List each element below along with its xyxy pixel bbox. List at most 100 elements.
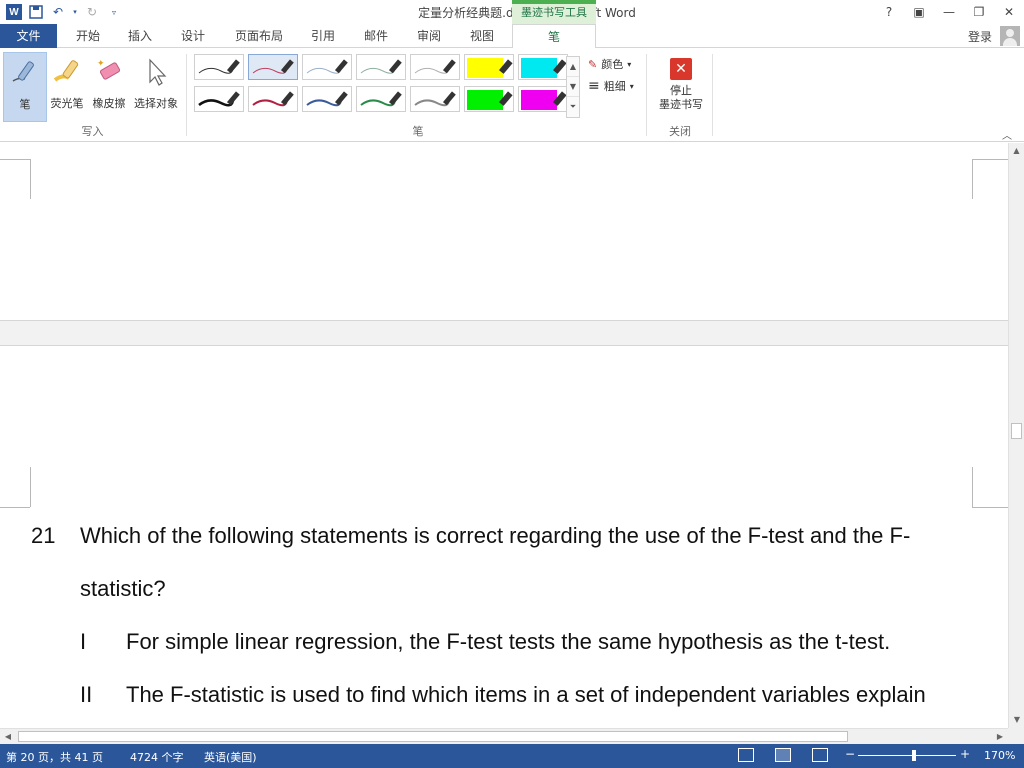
- item-statement: The F-statistic is used to find which it…: [126, 682, 926, 707]
- tab-view[interactable]: 视图: [464, 24, 500, 48]
- save-icon[interactable]: [28, 4, 44, 20]
- web-layout-icon[interactable]: [812, 748, 828, 762]
- scroll-left-icon[interactable]: ◀: [0, 729, 16, 745]
- zoom-slider-handle[interactable]: [912, 750, 916, 761]
- tab-page-layout[interactable]: 页面布局: [230, 24, 288, 48]
- cursor-arrow-icon: [131, 52, 181, 92]
- pen-style-thin-black[interactable]: [194, 54, 244, 80]
- tab-file[interactable]: 文件: [0, 24, 57, 48]
- vertical-scrollbar[interactable]: ▲ ▼: [1008, 143, 1024, 728]
- pen-tool-button[interactable]: 笔: [3, 52, 47, 122]
- gallery-more-icon[interactable]: ⏷: [567, 97, 579, 117]
- ink-tools-context-label: 墨迹书写工具: [512, 0, 596, 24]
- pen-style-thick-black[interactable]: [194, 86, 244, 112]
- scroll-right-icon[interactable]: ▶: [992, 729, 1008, 745]
- question-text-line1: Which of the following statements is cor…: [80, 523, 911, 548]
- language[interactable]: 英语(美国): [204, 749, 257, 765]
- quick-access-toolbar: W ↶ ▾ ↻ ▿: [6, 2, 122, 22]
- pen-style-thick-green[interactable]: [356, 86, 406, 112]
- color-label: 颜色: [601, 58, 624, 71]
- minimize-button[interactable]: —: [934, 0, 964, 24]
- highlighter-style-green[interactable]: [464, 86, 514, 112]
- scroll-down-icon[interactable]: ▼: [1009, 712, 1024, 728]
- page-corner-mark: [972, 159, 1008, 160]
- highlighter-style-magenta[interactable]: [518, 86, 568, 112]
- horizontal-scrollbar[interactable]: ◀ ▶: [0, 728, 1008, 744]
- item-roman-numeral: I: [80, 629, 87, 654]
- page-corner-mark: [30, 467, 31, 507]
- tab-home[interactable]: 开始: [70, 24, 106, 48]
- ribbon: 笔 荧光笔 ✦ 橡皮擦 选择对象 写入 ▲ ▼ ⏷ ✎ 颜色 ▾ ≡ 粗细 ▾ …: [0, 48, 1024, 142]
- tab-design[interactable]: 设计: [175, 24, 211, 48]
- eraser-tool-label: 橡皮擦: [92, 97, 126, 110]
- close-button[interactable]: ✕: [994, 0, 1024, 24]
- undo-dropdown-icon[interactable]: ▾: [72, 4, 78, 20]
- pen-style-thick-red[interactable]: [248, 86, 298, 112]
- tab-review[interactable]: 审阅: [411, 24, 447, 48]
- pen-gallery-scroll: ▲ ▼ ⏷: [566, 56, 580, 118]
- sign-in-link[interactable]: 登录: [968, 28, 992, 45]
- tab-insert[interactable]: 插入: [122, 24, 158, 48]
- select-objects-label: 选择对象: [134, 97, 178, 110]
- tab-mailings[interactable]: 邮件: [358, 24, 394, 48]
- avatar[interactable]: [1000, 26, 1020, 46]
- tab-pens[interactable]: 笔: [512, 24, 596, 49]
- word-logo-icon[interactable]: W: [6, 4, 22, 20]
- pen-style-thin-gray[interactable]: [410, 54, 460, 80]
- print-layout-icon[interactable]: [775, 748, 791, 762]
- stop-label-line1: 停止: [670, 84, 692, 97]
- customize-qat-icon[interactable]: ▿: [106, 4, 122, 20]
- highlighter-style-cyan[interactable]: [518, 54, 568, 80]
- gallery-up-icon[interactable]: ▲: [567, 57, 579, 77]
- zoom-out-icon[interactable]: −: [845, 747, 855, 761]
- page-count[interactable]: 第 20 页，共 41 页: [6, 749, 103, 765]
- question-number: 21: [31, 523, 56, 548]
- pen-icon: [4, 53, 46, 93]
- group-separator: [712, 54, 713, 136]
- stop-label-line2: 墨迹书写: [659, 98, 703, 111]
- select-objects-button[interactable]: 选择对象: [131, 52, 181, 122]
- redo-icon[interactable]: ↻: [84, 4, 100, 20]
- document-canvas[interactable]: 21 Which of the following statements is …: [0, 143, 1008, 728]
- question-text-line2: statistic?: [80, 576, 166, 601]
- pen-style-thin-blue[interactable]: [302, 54, 352, 80]
- scroll-up-icon[interactable]: ▲: [1009, 143, 1024, 159]
- pen-style-thick-gray[interactable]: [410, 86, 460, 112]
- gallery-down-icon[interactable]: ▼: [567, 77, 579, 97]
- help-button[interactable]: ?: [874, 0, 904, 24]
- ribbon-display-options-button[interactable]: ▣: [904, 0, 934, 24]
- page-corner-mark: [972, 159, 973, 199]
- restore-button[interactable]: ❐: [964, 0, 994, 24]
- write-group-label: 写入: [81, 125, 104, 138]
- thickness-button[interactable]: ≡ 粗细 ▾: [588, 76, 634, 96]
- dropdown-arrow-icon: ▾: [629, 81, 634, 91]
- item-roman-numeral: II: [80, 682, 93, 707]
- pen-style-thin-green[interactable]: [356, 54, 406, 80]
- eraser-tool-button[interactable]: ✦ 橡皮擦: [87, 52, 131, 122]
- pen-tool-label: 笔: [19, 98, 31, 111]
- undo-icon[interactable]: ↶: [50, 4, 66, 20]
- read-mode-icon[interactable]: [738, 748, 754, 762]
- zoom-level[interactable]: 170%: [984, 749, 1015, 762]
- page-corner-mark: [30, 159, 31, 199]
- item-statement: For simple linear regression, the F-test…: [126, 629, 891, 654]
- pen-style-thin-red[interactable]: [248, 54, 298, 80]
- page-corner-mark: [972, 507, 1008, 508]
- zoom-in-icon[interactable]: +: [960, 747, 970, 761]
- word-count[interactable]: 4724 个字: [130, 749, 184, 765]
- color-button[interactable]: ✎ 颜色 ▾: [588, 54, 631, 74]
- scrollbar-corner: [1008, 728, 1024, 744]
- tab-references[interactable]: 引用: [305, 24, 341, 48]
- vertical-scroll-thumb[interactable]: [1011, 423, 1022, 439]
- collapse-ribbon-icon[interactable]: ︿: [1002, 127, 1012, 142]
- title-bar: W ↶ ▾ ↻ ▿ 定量分析经典题.docx - Microsoft Word …: [0, 0, 1024, 24]
- zoom-slider[interactable]: [858, 755, 956, 756]
- horizontal-scroll-thumb[interactable]: [18, 731, 848, 742]
- highlighter-style-yellow[interactable]: [464, 54, 514, 80]
- pen-color-icon: ✎: [588, 57, 598, 71]
- dropdown-arrow-icon: ▾: [627, 59, 632, 69]
- pen-style-thick-blue[interactable]: [302, 86, 352, 112]
- page-break-gap: [0, 320, 1008, 346]
- highlighter-tool-button[interactable]: 荧光笔: [45, 52, 89, 122]
- stop-inking-button[interactable]: ✕ 停止 墨迹书写: [652, 56, 710, 118]
